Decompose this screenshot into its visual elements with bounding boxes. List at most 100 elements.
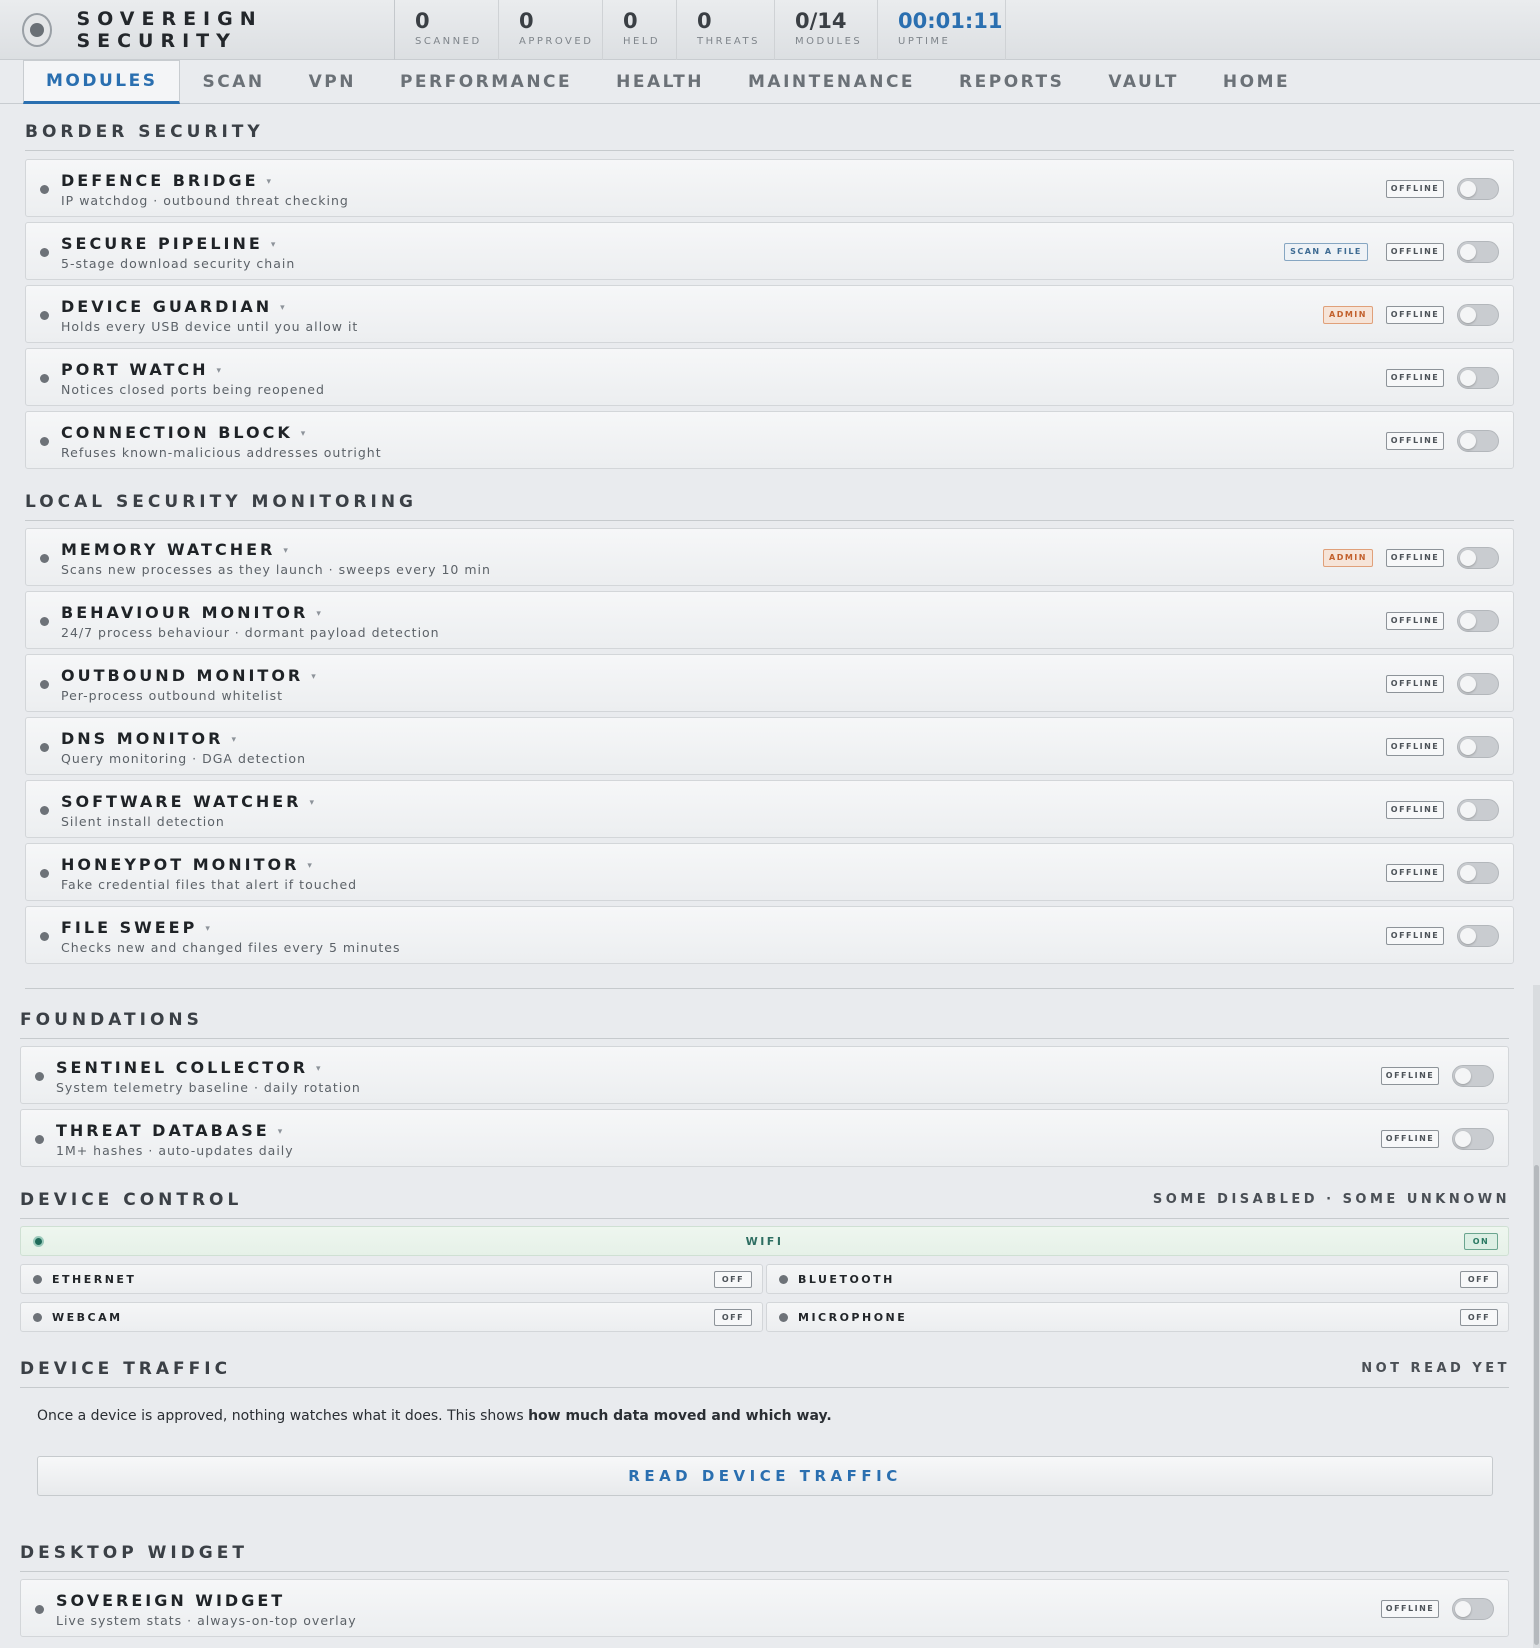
module-toggle[interactable] xyxy=(1457,304,1499,326)
chevron-down-icon[interactable]: ▾ xyxy=(280,303,285,313)
status-badge: OFFLINE xyxy=(1381,1067,1439,1085)
tab-health[interactable]: HEALTH xyxy=(594,60,726,104)
module-card-sentinel-collector: SENTINEL COLLECTOR ▾ System telemetry bas… xyxy=(20,1046,1509,1104)
section-divider xyxy=(25,988,1514,989)
chevron-down-icon[interactable]: ▾ xyxy=(217,366,222,376)
tab-scan[interactable]: SCAN xyxy=(180,60,286,104)
stat-approved: 0 APPROVED xyxy=(499,0,603,60)
status-badge: OFFLINE xyxy=(1386,864,1444,882)
chevron-down-icon[interactable]: ▾ xyxy=(311,672,316,682)
module-card-threat-database: THREAT DATABASE ▾ 1M+ hashes · auto-updat… xyxy=(20,1109,1509,1167)
stat-threats: 0 THREATS xyxy=(677,0,775,60)
device-name: BLUETOOTH xyxy=(798,1273,895,1286)
module-name: SOFTWARE WATCHER ▾ xyxy=(61,792,314,811)
section-title-device-control: DEVICE CONTROL xyxy=(20,1190,243,1210)
tab-modules[interactable]: MODULES xyxy=(23,60,181,104)
module-name: PORT WATCH ▾ xyxy=(61,360,222,379)
chevron-down-icon[interactable]: ▾ xyxy=(309,798,314,808)
status-dot xyxy=(40,437,49,446)
module-toggle[interactable] xyxy=(1452,1128,1494,1150)
status-badge: OFFLINE xyxy=(1386,369,1444,387)
section-divider xyxy=(25,520,1514,521)
module-name: BEHAVIOUR MONITOR ▾ xyxy=(61,603,321,622)
module-name: THREAT DATABASE ▾ xyxy=(56,1121,283,1140)
chevron-down-icon[interactable]: ▾ xyxy=(278,1127,283,1137)
module-card-honeypot-monitor: HONEYPOT MONITOR ▾ Fake credential files … xyxy=(25,843,1514,901)
chevron-down-icon[interactable]: ▾ xyxy=(205,924,210,934)
module-toggle[interactable] xyxy=(1457,241,1499,263)
module-card-port-watch: PORT WATCH ▾ Notices closed ports being r… xyxy=(25,348,1514,406)
traffic-status: NOT READ YET xyxy=(1361,1361,1510,1376)
status-badge: OFFLINE xyxy=(1386,675,1444,693)
module-desc: 1M+ hashes · auto-updates daily xyxy=(56,1143,294,1158)
module-toggle[interactable] xyxy=(1457,178,1499,200)
chevron-down-icon[interactable]: ▾ xyxy=(271,240,276,250)
section-title-foundations: FOUNDATIONS xyxy=(20,1010,203,1030)
scrollbar[interactable] xyxy=(1533,985,1540,1648)
module-toggle[interactable] xyxy=(1452,1598,1494,1620)
module-card-behaviour-monitor: BEHAVIOUR MONITOR ▾ 24/7 process behaviou… xyxy=(25,591,1514,649)
module-name: MEMORY WATCHER ▾ xyxy=(61,540,288,559)
tab-reports[interactable]: REPORTS xyxy=(937,60,1086,104)
module-toggle[interactable] xyxy=(1452,1065,1494,1087)
stat-modules: 0/14 MODULES xyxy=(775,0,878,60)
module-card-dns-monitor: DNS MONITOR ▾ Query monitoring · DGA dete… xyxy=(25,717,1514,775)
status-dot xyxy=(40,680,49,689)
status-dot xyxy=(40,311,49,320)
module-toggle[interactable] xyxy=(1457,925,1499,947)
bluetooth-toggle-button[interactable]: OFF xyxy=(1460,1271,1498,1288)
chevron-down-icon[interactable]: ▾ xyxy=(231,735,236,745)
section-title-device-traffic: DEVICE TRAFFIC xyxy=(20,1359,232,1379)
module-name: DNS MONITOR ▾ xyxy=(61,729,236,748)
module-name: HONEYPOT MONITOR ▾ xyxy=(61,855,312,874)
microphone-toggle-button[interactable]: OFF xyxy=(1460,1309,1498,1326)
status-dot xyxy=(779,1313,788,1322)
section-divider xyxy=(20,1387,1509,1388)
module-toggle[interactable] xyxy=(1457,862,1499,884)
module-toggle[interactable] xyxy=(1457,736,1499,758)
module-toggle[interactable] xyxy=(1457,547,1499,569)
chevron-down-icon[interactable]: ▾ xyxy=(316,609,321,619)
module-toggle[interactable] xyxy=(1457,430,1499,452)
chevron-down-icon[interactable]: ▾ xyxy=(267,177,272,187)
module-toggle[interactable] xyxy=(1457,610,1499,632)
tab-maintenance[interactable]: MAINTENANCE xyxy=(726,60,937,104)
app-title: SOVEREIGN SECURITY xyxy=(76,8,263,52)
ethernet-toggle-button[interactable]: OFF xyxy=(714,1271,752,1288)
status-dot xyxy=(40,806,49,815)
module-card-outbound-monitor: OUTBOUND MONITOR ▾ Per-process outbound w… xyxy=(25,654,1514,712)
module-toggle[interactable] xyxy=(1457,673,1499,695)
status-badge: OFFLINE xyxy=(1386,243,1444,261)
module-desc: Refuses known-malicious addresses outrig… xyxy=(61,445,382,460)
device-row-wifi: WIFI ON xyxy=(20,1226,1509,1256)
tab-home[interactable]: HOME xyxy=(1201,60,1312,104)
read-device-traffic-button[interactable]: READ DEVICE TRAFFIC xyxy=(37,1456,1493,1496)
chevron-down-icon[interactable]: ▾ xyxy=(307,861,312,871)
status-dot xyxy=(40,932,49,941)
status-badge: OFFLINE xyxy=(1381,1600,1439,1618)
status-dot xyxy=(40,869,49,878)
device-name: WEBCAM xyxy=(52,1311,123,1324)
module-toggle[interactable] xyxy=(1457,367,1499,389)
module-desc: Notices closed ports being reopened xyxy=(61,382,325,397)
module-card-device-guardian: DEVICE GUARDIAN ▾ Holds every USB device … xyxy=(25,285,1514,343)
main-tabs: MODULES SCAN VPN PERFORMANCE HEALTH MAIN… xyxy=(0,60,1540,104)
module-name: SECURE PIPELINE ▾ xyxy=(61,234,276,253)
device-row-microphone: MICROPHONE OFF xyxy=(766,1302,1509,1332)
chevron-down-icon[interactable]: ▾ xyxy=(316,1064,321,1074)
top-bar: SOVEREIGN SECURITY 0 SCANNED 0 APPROVED 0H… xyxy=(0,0,1540,60)
tab-vpn[interactable]: VPN xyxy=(287,60,378,104)
scan-a-file-button[interactable]: SCAN A FILE xyxy=(1284,243,1368,261)
brand: SOVEREIGN SECURITY xyxy=(0,0,395,60)
module-name: FILE SWEEP ▾ xyxy=(61,918,210,937)
webcam-toggle-button[interactable]: OFF xyxy=(714,1309,752,1326)
tab-vault[interactable]: VAULT xyxy=(1086,60,1201,104)
chevron-down-icon[interactable]: ▾ xyxy=(301,429,306,439)
device-row-ethernet: ETHERNET OFF xyxy=(20,1264,763,1294)
tab-performance[interactable]: PERFORMANCE xyxy=(378,60,594,104)
wifi-toggle-button[interactable]: ON xyxy=(1464,1233,1498,1250)
scrollbar-thumb[interactable] xyxy=(1534,1165,1539,1645)
chevron-down-icon[interactable]: ▾ xyxy=(283,546,288,556)
module-card-defence-bridge: DEFENCE BRIDGE ▾ IP watchdog · outbound t… xyxy=(25,159,1514,217)
module-toggle[interactable] xyxy=(1457,799,1499,821)
